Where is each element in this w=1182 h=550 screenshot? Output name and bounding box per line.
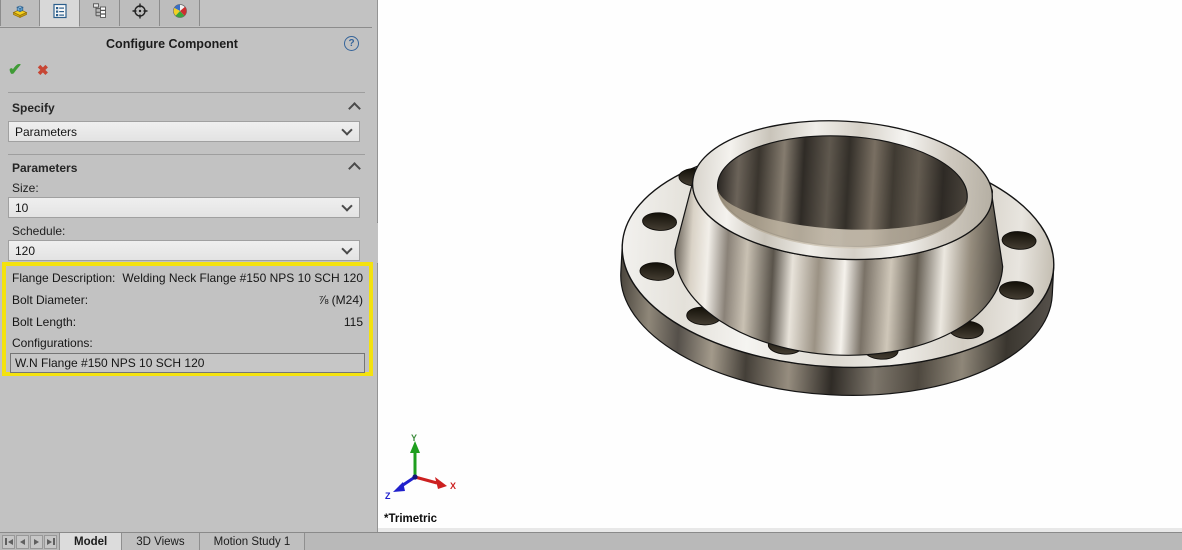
chevron-up-icon[interactable] — [348, 162, 361, 175]
specify-dropdown[interactable]: Parameters — [8, 121, 360, 142]
chevron-down-icon — [341, 124, 353, 136]
close-icon: ✖ — [37, 62, 49, 78]
tab-scroll-first-button[interactable] — [2, 534, 15, 549]
flange-info-highlight-box: Flange Description: Welding Neck Flange … — [2, 262, 373, 376]
bolt-diameter-value: ⅞ (M24) — [318, 293, 363, 307]
solidworks-window: Configure Component ? ✔ ✖ Specify Parame… — [0, 0, 1182, 550]
view-orientation-label: *Trimetric — [384, 513, 438, 525]
bolt-diameter-label: Bolt Diameter: — [12, 293, 89, 307]
next-icon — [34, 538, 39, 545]
help-button[interactable]: ? — [344, 36, 359, 51]
flange-model[interactable]: Y X Z — [378, 0, 1182, 532]
tab-dimxpert-manager[interactable] — [120, 0, 160, 26]
chevron-down-icon — [341, 200, 353, 212]
divider — [8, 154, 365, 155]
bolt-length-value: 115 — [343, 315, 363, 329]
tab-feature-manager[interactable] — [0, 0, 40, 26]
triad-x-label: X — [450, 481, 456, 491]
tab-scroll-last-button[interactable] — [44, 534, 57, 549]
tab-property-manager[interactable] — [40, 0, 80, 27]
graphics-viewport[interactable]: Y X Z *Trimetric — [378, 0, 1182, 532]
tab-scroll-buttons — [0, 533, 59, 550]
tab-3d-views[interactable]: 3D Views — [122, 533, 200, 550]
flange-geometry — [620, 120, 1055, 396]
configuration-item[interactable]: W.N Flange #150 NPS 10 SCH 120 — [11, 356, 204, 370]
tab-display-manager[interactable] — [160, 0, 200, 26]
display-manager-icon — [171, 2, 189, 25]
manager-tabstrip — [0, 0, 372, 28]
ok-button[interactable]: ✔ — [8, 60, 22, 80]
chevron-up-icon[interactable] — [348, 102, 361, 115]
last-icon — [46, 538, 52, 545]
first-icon — [4, 538, 7, 545]
property-manager-icon — [51, 2, 69, 25]
chevron-down-icon — [341, 243, 353, 255]
bolt-length-row: Bolt Length: 115 — [8, 311, 367, 333]
orientation-triad: Y X Z — [385, 433, 456, 501]
tab-scroll-previous-button[interactable] — [16, 534, 29, 549]
model-tab-bar: Model 3D Views Motion Study 1 — [0, 532, 1182, 550]
cancel-button[interactable]: ✖ — [37, 62, 49, 79]
triad-z-label: Z — [385, 491, 391, 501]
triad-y-label: Y — [411, 433, 417, 443]
specify-dropdown-value: Parameters — [15, 124, 78, 139]
size-dropdown-value: 10 — [15, 200, 29, 215]
parameters-group-label: Parameters — [12, 161, 78, 175]
property-manager-panel: Configure Component ? ✔ ✖ Specify Parame… — [0, 0, 378, 532]
schedule-label: Schedule: — [12, 224, 66, 238]
size-label: Size: — [12, 181, 39, 195]
previous-icon — [20, 538, 25, 545]
configurations-label: Configurations: — [12, 336, 93, 350]
flange-description-value: Welding Neck Flange #150 NPS 10 SCH 120 — [122, 271, 363, 285]
page-title: Configure Component — [106, 37, 238, 51]
bolt-diameter-row: Bolt Diameter: ⅞ (M24) — [8, 289, 367, 311]
configurations-row: Configurations: — [8, 333, 367, 353]
tab-motion-study-1[interactable]: Motion Study 1 — [199, 533, 306, 550]
size-dropdown[interactable]: 10 — [8, 197, 360, 218]
part-icon — [11, 2, 29, 25]
flange-description-row: Flange Description: Welding Neck Flange … — [8, 267, 367, 289]
question-mark-icon: ? — [348, 38, 355, 49]
specify-group-label: Specify — [12, 101, 55, 115]
tab-configuration-manager[interactable] — [80, 0, 120, 26]
schedule-dropdown-value: 120 — [15, 243, 36, 258]
configurations-listbox[interactable]: W.N Flange #150 NPS 10 SCH 120 — [10, 353, 365, 373]
tab-scroll-next-button[interactable] — [30, 534, 43, 549]
bolt-length-label: Bolt Length: — [12, 315, 77, 329]
tab-bar-filler — [305, 533, 1182, 550]
dimxpert-icon — [131, 2, 149, 25]
flange-description-label: Flange Description: — [12, 271, 116, 285]
tab-model[interactable]: Model — [59, 533, 123, 550]
schedule-dropdown[interactable]: 120 — [8, 240, 360, 261]
configuration-manager-icon — [91, 2, 109, 25]
divider — [8, 92, 365, 93]
check-icon: ✔ — [8, 60, 23, 79]
